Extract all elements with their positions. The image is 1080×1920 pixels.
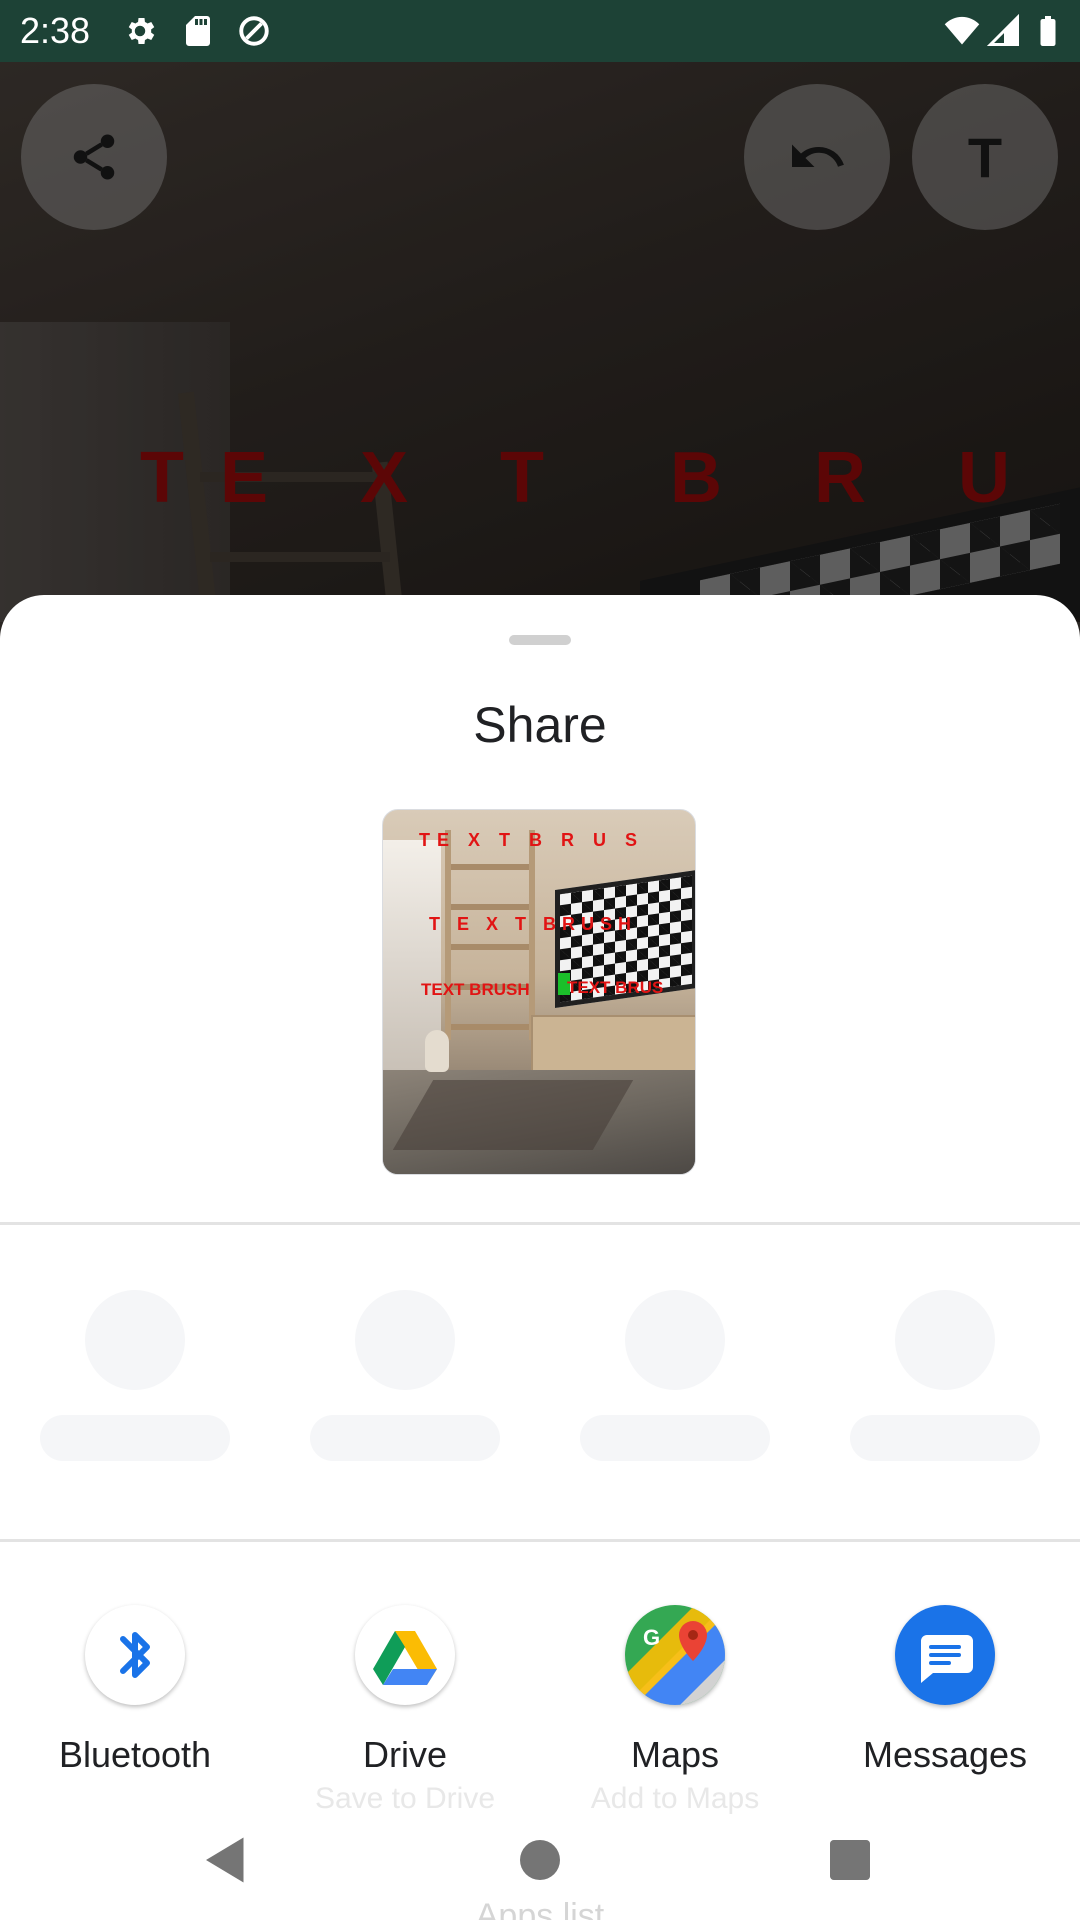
share-sheet[interactable]: Share TE X T B R U S T E X T BRUSH TEXT … [0, 595, 1080, 1920]
messages-icon [895, 1605, 995, 1705]
preview-text-1: TE X T B R U S [419, 830, 645, 850]
direct-share-placeholder [355, 1290, 455, 1390]
share-title: Share [473, 697, 607, 753]
shared-image-preview: TE X T B R U S T E X T BRUSH TEXT BRUSH … [382, 809, 696, 1175]
sheet-drag-handle[interactable] [509, 635, 571, 645]
app-label: Messages [862, 1734, 1028, 1775]
direct-share-placeholder [895, 1290, 995, 1390]
divider-bottom [0, 1539, 1080, 1542]
preview-text-2: T E X T BRUSH [429, 914, 638, 934]
direct-share-placeholder [85, 1290, 185, 1390]
preview-text-3: TEXT BRUSH [421, 980, 530, 999]
signal-icon [986, 13, 1019, 46]
app-label: Bluetooth [58, 1734, 212, 1775]
gear-icon [128, 17, 155, 45]
share-target-maps[interactable]: G Maps Add to Maps [540, 1595, 810, 1815]
sd-card-icon [186, 16, 210, 46]
text-brush-overlay[interactable]: TE X T B R U S [140, 437, 1080, 519]
direct-share-placeholder-label [580, 1415, 770, 1461]
status-bar: 2:38 [0, 0, 1080, 62]
share-target-messages[interactable]: Messages [810, 1595, 1080, 1815]
app-label: Drive [362, 1734, 447, 1775]
back-icon[interactable] [196, 1830, 256, 1890]
wifi-icon [944, 16, 980, 45]
data-saver-icon [239, 16, 269, 46]
home-icon[interactable] [510, 1830, 570, 1890]
share-button[interactable] [21, 84, 167, 230]
app-label: Maps [630, 1734, 720, 1775]
undo-icon [792, 144, 844, 167]
overlay-text-part1: TE X T [140, 438, 581, 518]
share-icon [73, 134, 115, 180]
navigation-bar [0, 1800, 1080, 1920]
share-target-drive[interactable]: Drive Save to Drive [270, 1595, 540, 1815]
undo-button[interactable] [744, 84, 890, 230]
status-time: 2:38 [20, 10, 91, 51]
drive-icon [355, 1605, 455, 1705]
share-target-bluetooth[interactable]: Bluetooth [0, 1595, 270, 1815]
divider-top [0, 1222, 1080, 1225]
bluetooth-icon [85, 1605, 185, 1705]
battery-icon [1040, 16, 1056, 46]
text-tool-label: T [967, 125, 1003, 189]
direct-share-placeholder-label [40, 1415, 230, 1461]
svg-text:G: G [643, 1625, 660, 1650]
recents-icon[interactable] [820, 1830, 880, 1890]
direct-share-placeholder [625, 1290, 725, 1390]
direct-share-placeholder-label [850, 1415, 1040, 1461]
preview-text-4: TEXT BRUS [567, 978, 664, 997]
text-tool-button[interactable]: T [912, 84, 1058, 230]
direct-share-placeholder-label [310, 1415, 500, 1461]
maps-icon: G [625, 1605, 725, 1705]
overlay-text-part2: B R U S [670, 438, 1080, 518]
